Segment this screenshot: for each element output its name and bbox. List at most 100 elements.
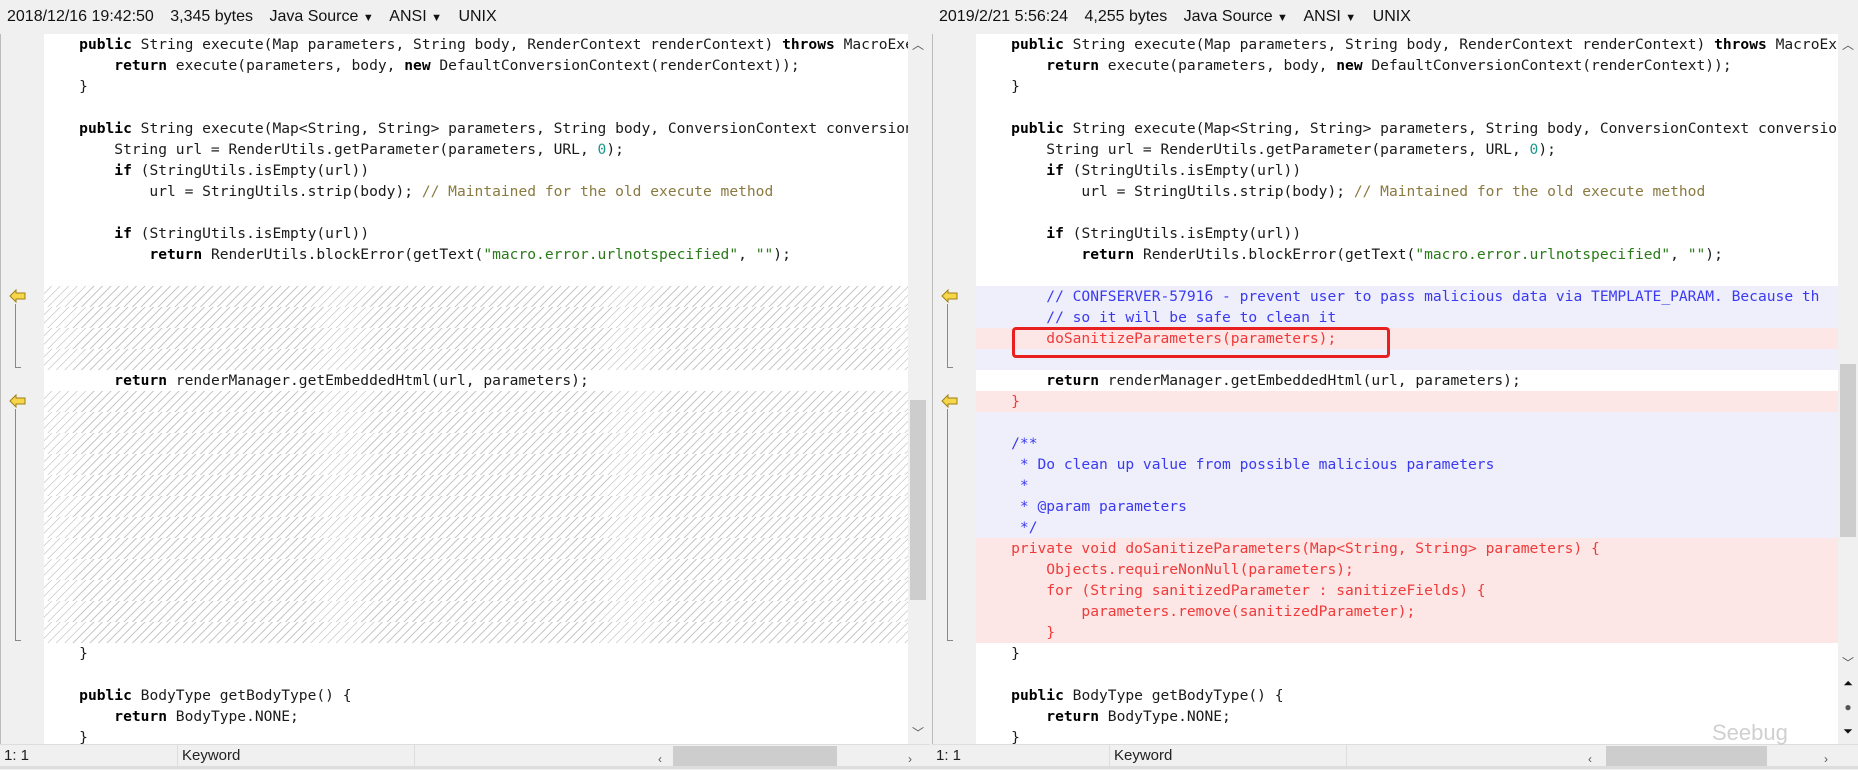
left-hscroll-thumb[interactable] [673, 746, 837, 766]
code-token: } [44, 729, 88, 744]
code-line: return RenderUtils.blockError(getText("m… [976, 244, 1838, 265]
code-line: public String execute(Map<String, String… [44, 118, 908, 139]
code-token: // Maintained for the old execute method [421, 183, 774, 200]
chevron-down-icon: ▼ [1345, 12, 1357, 24]
seebug-watermark: Seebug [1712, 720, 1788, 745]
scroll-down-icon[interactable]: ﹀ [908, 724, 928, 741]
diff-marker-arrow-icon[interactable] [941, 394, 959, 408]
right-horizontal-scrollbar[interactable]: ‹ › [1580, 745, 1838, 767]
code-token: renderManager.getEmbeddedHtml(url, param… [1099, 372, 1521, 389]
code-token: execute(parameters, body, [167, 57, 405, 74]
code-token: if [1046, 225, 1064, 242]
code-line: return BodyType.NONE; [44, 706, 908, 727]
left-encoding-select[interactable]: ANSI ▼ [389, 8, 442, 25]
code-line: if (StringUtils.isEmpty(url)) [44, 223, 908, 244]
diff-marker-arrow-icon[interactable] [9, 394, 27, 408]
code-token: , [738, 246, 756, 263]
code-line: public BodyType getBodyType() { [976, 685, 1838, 706]
prev-diff-icon[interactable]: ⏶ [1838, 676, 1858, 691]
left-file-pane: 2018/12/16 19:42:50 3,345 bytes Java Sou… [0, 0, 930, 769]
missing-line-placeholder [44, 391, 908, 412]
missing-line-placeholder [44, 622, 908, 643]
scroll-up-icon[interactable]: ︿ [1838, 36, 1858, 53]
code-token: execute(parameters, body, [1099, 57, 1337, 74]
right-eol-label: UNIX [1372, 8, 1411, 25]
current-diff-icon[interactable]: ● [1838, 700, 1858, 714]
code-token: Objects.requireNonNull(parameters); [976, 561, 1354, 578]
chevron-down-icon: ▼ [431, 12, 442, 24]
right-code-editor[interactable]: public String execute(Map parameters, St… [932, 34, 1838, 744]
right-vertical-scrollbar[interactable]: ︿ ﹀ ⏶ ● ⏷ [1838, 34, 1858, 744]
code-token: ); [773, 246, 791, 263]
left-horizontal-scrollbar[interactable]: ‹ › [650, 745, 928, 767]
missing-line-placeholder [44, 433, 908, 454]
right-hscroll-thumb[interactable] [1606, 746, 1767, 766]
scroll-down-icon[interactable]: ﹀ [1838, 654, 1858, 671]
left-scroll-thumb[interactable] [910, 400, 926, 600]
diff-marker-arrow-icon[interactable] [9, 289, 27, 303]
code-token: String url = RenderUtils.getParameter(pa… [44, 141, 598, 158]
right-file-pane: 2019/2/21 5:56:24 4,255 bytes Java Sourc… [932, 0, 1858, 769]
diff-block-bracket [947, 409, 953, 641]
diff-block-bracket [15, 304, 21, 368]
code-line: } [44, 727, 908, 744]
code-line: /** [976, 433, 1838, 454]
code-token: , [1670, 246, 1688, 263]
code-token: DefaultConversionContext(renderContext))… [1362, 57, 1732, 74]
right-code: public String execute(Map parameters, St… [976, 34, 1838, 744]
code-token: MacroExecutionException { [1775, 36, 1838, 53]
code-token: return [1046, 57, 1100, 74]
scroll-up-icon[interactable]: ︿ [908, 36, 928, 53]
code-token: (StringUtils.isEmpty(url)) [1063, 225, 1302, 242]
right-scroll-thumb[interactable] [1840, 364, 1856, 537]
chevron-down-icon: ▼ [362, 12, 374, 24]
code-line: Objects.requireNonNull(parameters); [976, 559, 1838, 580]
diff-marker-arrow-icon[interactable] [941, 289, 959, 303]
next-diff-icon[interactable]: ⏷ [1838, 724, 1858, 739]
code-token: String url = RenderUtils.getParameter(pa… [976, 141, 1530, 158]
missing-line-placeholder [44, 286, 908, 307]
code-token: (StringUtils.isEmpty(url)) [131, 225, 370, 242]
code-token: } [976, 645, 1020, 662]
left-file-date: 2018/12/16 19:42:50 [7, 8, 154, 25]
missing-line-placeholder [44, 475, 908, 496]
left-code-editor[interactable]: public String execute(Map parameters, St… [0, 34, 908, 744]
code-line: } [976, 643, 1838, 664]
code-token: String execute(Map<String, String> param… [131, 120, 908, 137]
code-line: String url = RenderUtils.getParameter(pa… [976, 139, 1838, 160]
code-line: } [976, 76, 1838, 97]
code-token: public [79, 36, 132, 53]
missing-line-placeholder [44, 559, 908, 580]
code-line: public String execute(Map<String, String… [976, 118, 1838, 139]
right-language-select[interactable]: Java Source ▼ [1184, 8, 1288, 25]
code-line: return renderManager.getEmbeddedHtml(url… [976, 370, 1838, 391]
code-token: BodyType.NONE; [1099, 708, 1231, 725]
code-line: // so it will be safe to clean it [976, 307, 1838, 328]
code-token: return [1046, 372, 1100, 389]
left-vertical-scrollbar[interactable]: ︿ ﹀ [908, 34, 928, 744]
code-token: // Maintained for the old execute method [1353, 183, 1706, 200]
left-language-select[interactable]: Java Source ▼ [269, 8, 373, 25]
right-encoding-select[interactable]: ANSI ▼ [1304, 8, 1357, 25]
code-token: public [79, 120, 132, 137]
code-token: url = StringUtils.strip(body); [44, 183, 422, 200]
right-gutter [933, 34, 976, 744]
code-token: throws [782, 36, 835, 53]
left-token-type: Keyword [178, 745, 415, 767]
code-token: } [976, 78, 1020, 95]
code-line: * @param parameters [976, 496, 1838, 517]
missing-line-placeholder [44, 328, 908, 349]
